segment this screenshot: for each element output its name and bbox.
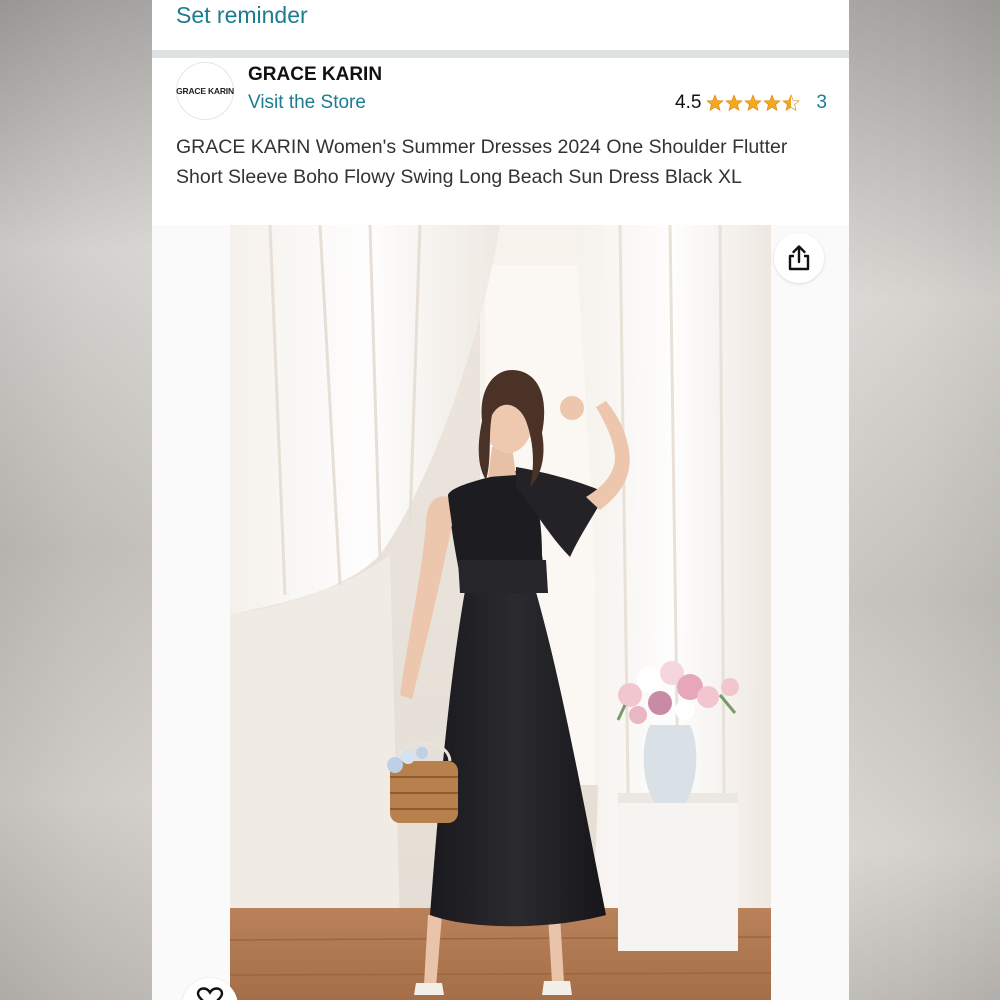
star-full-icon (744, 94, 762, 111)
product-title: GRACE KARIN Women's Summer Dresses 2024 … (176, 136, 788, 188)
product-photo[interactable] (230, 225, 771, 1000)
star-rating (706, 94, 802, 112)
share-button[interactable] (774, 233, 824, 283)
app-screen: Set reminder GRACE KARIN GRACE KARIN Vis… (152, 0, 849, 1000)
star-half-icon (782, 94, 800, 111)
set-reminder-link[interactable]: Set reminder (176, 2, 308, 29)
rating-summary[interactable]: 4.5 3 (675, 92, 827, 114)
brand-logo-text: GRACE KARIN (176, 86, 234, 96)
star-full-icon (763, 94, 781, 111)
background-blur-right (848, 0, 1000, 1000)
visit-store-link[interactable]: Visit the Store (248, 92, 366, 114)
stars-icon (706, 94, 800, 111)
reminder-bar: Set reminder (152, 0, 849, 50)
brand-name: GRACE KARIN (248, 64, 383, 85)
rating-value: 4.5 (675, 92, 702, 113)
brand-logo[interactable]: GRACE KARIN (176, 62, 234, 120)
product-photo-illustration (230, 225, 771, 1000)
rating-count[interactable]: 3 (816, 92, 827, 114)
background-blur-left (0, 0, 152, 1000)
section-divider (152, 50, 849, 58)
share-icon (788, 245, 810, 271)
heart-icon (196, 987, 224, 1000)
product-image-carousel[interactable] (152, 225, 849, 1000)
star-full-icon (706, 94, 724, 111)
star-full-icon (725, 94, 743, 111)
